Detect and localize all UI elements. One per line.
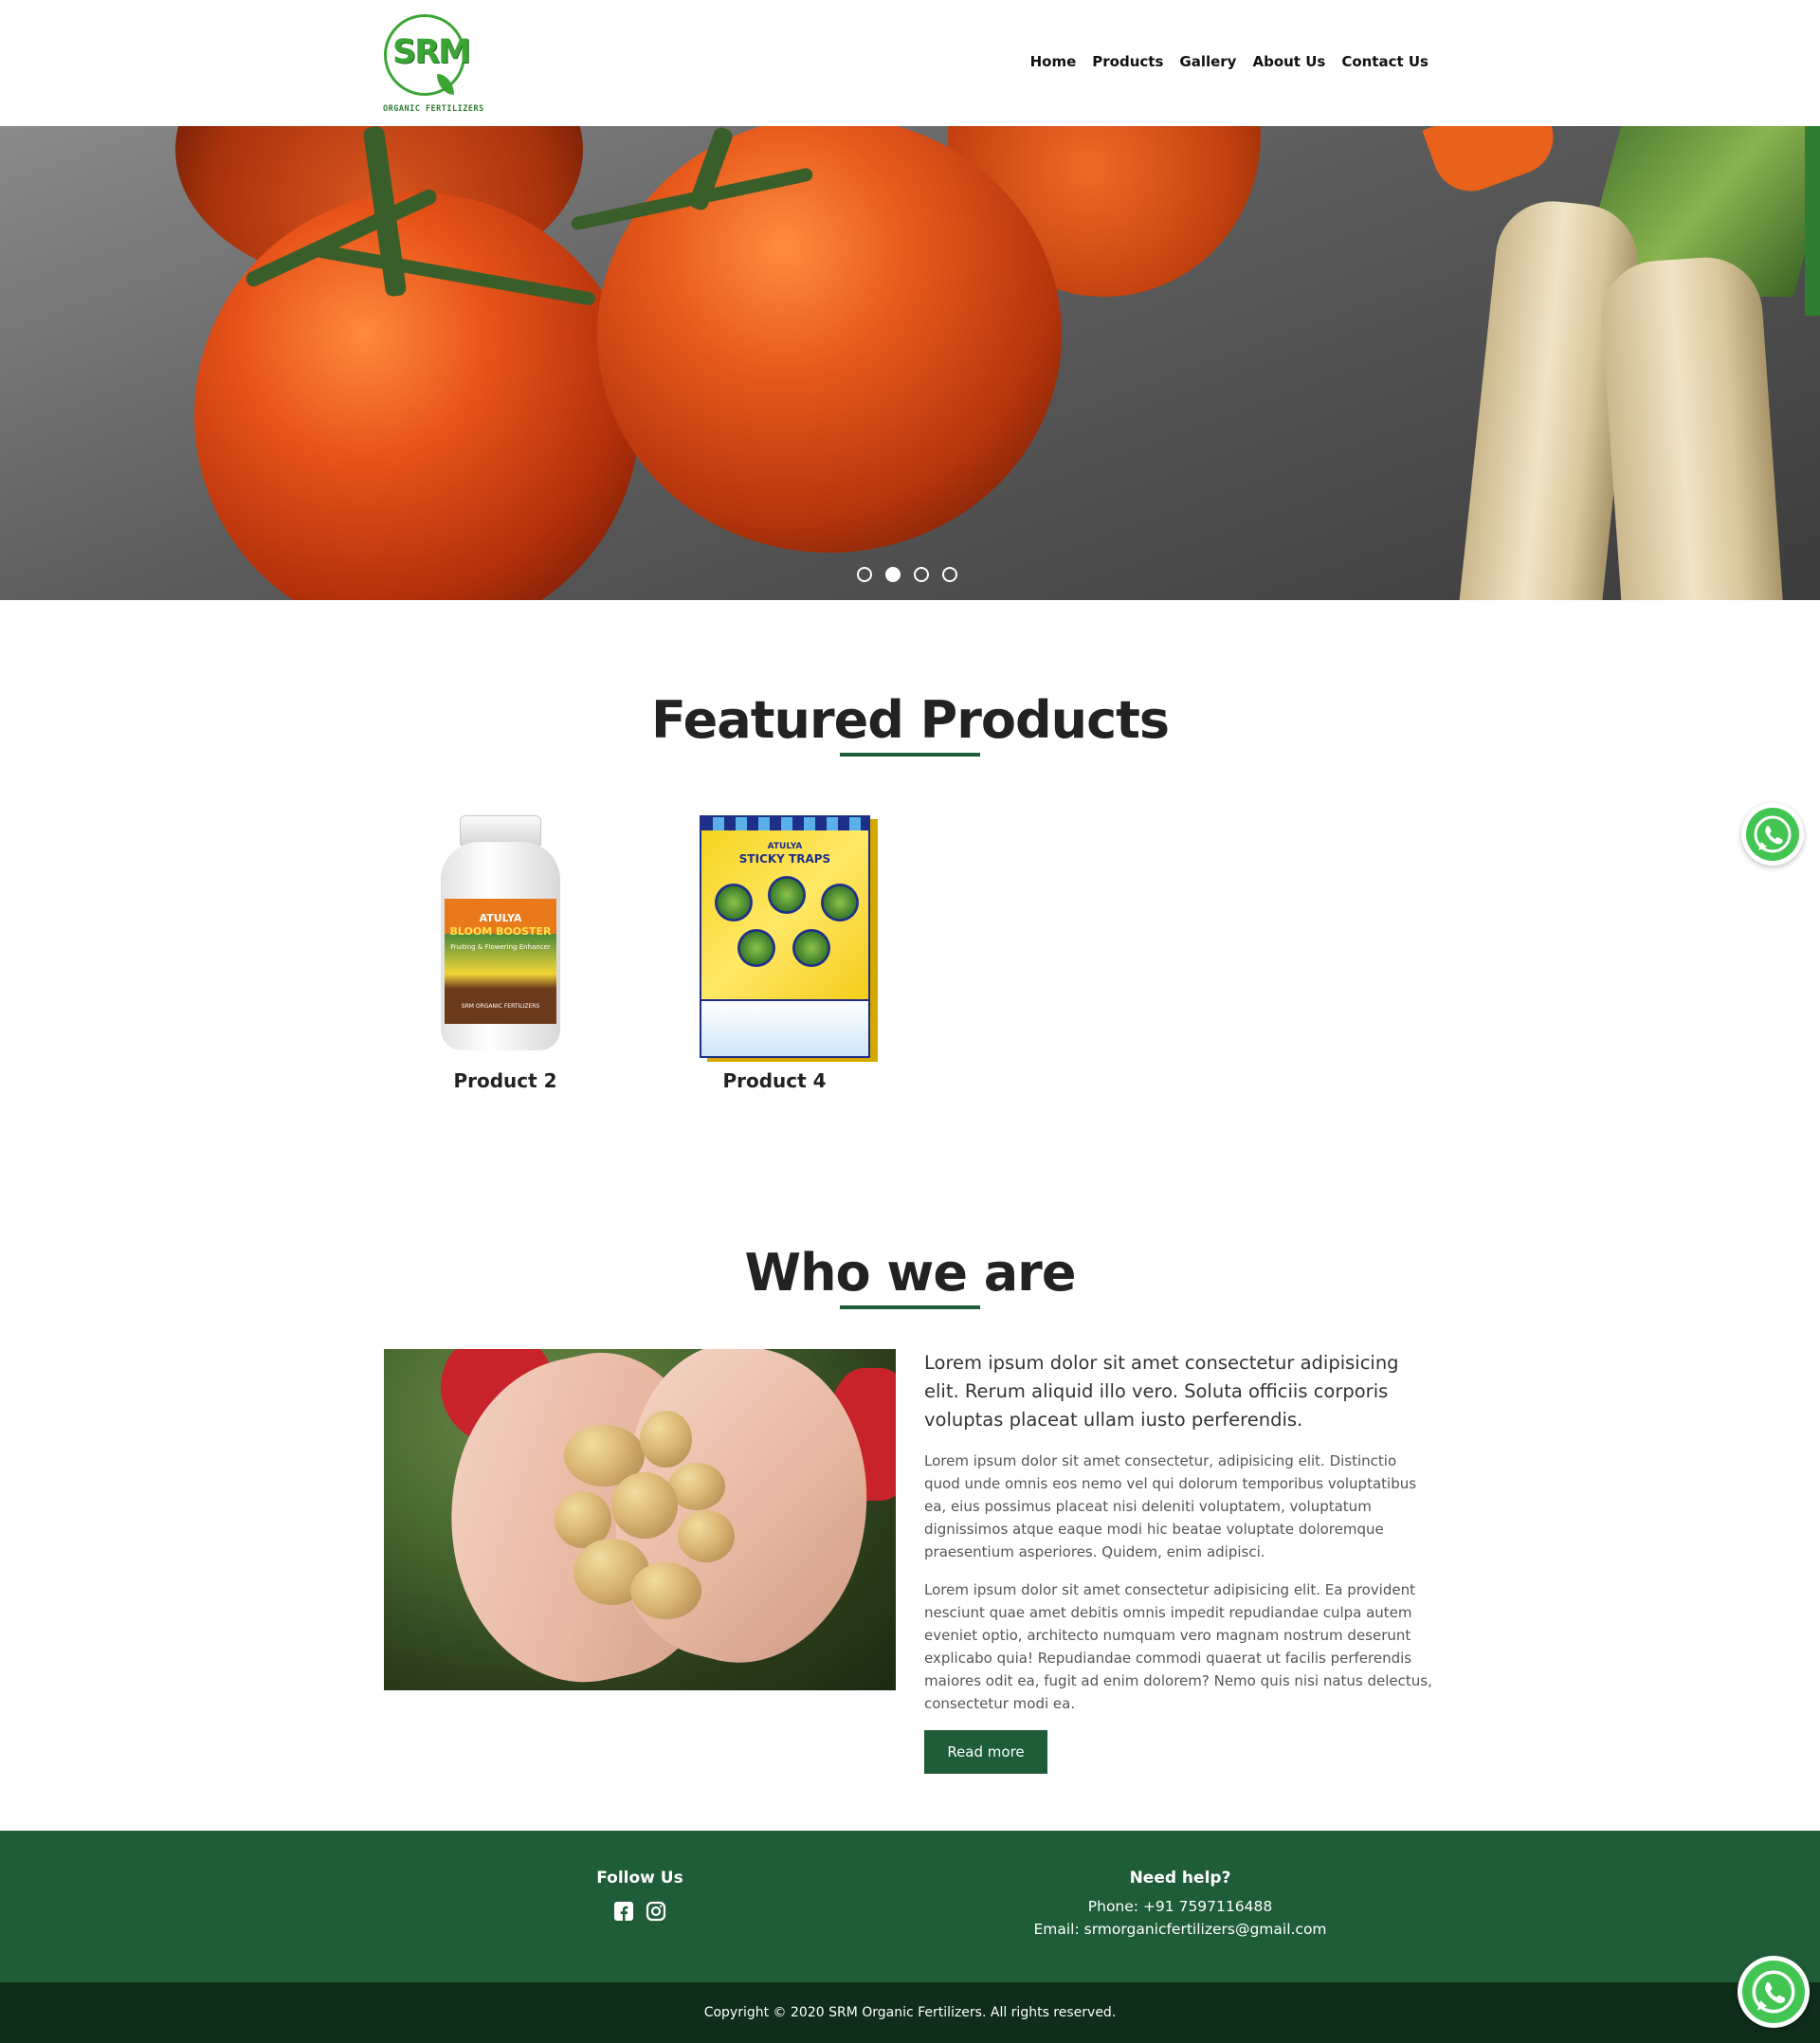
product-image[interactable]: ATULYA BLOOM BOOSTER Fruiting & Flowerin… [396, 815, 614, 1052]
jar-label-sub: Fruiting & Flowering Enhancer [450, 942, 551, 951]
image-potato [611, 1472, 678, 1539]
carousel-dot-2[interactable] [885, 567, 901, 582]
carousel-indicators [857, 567, 957, 582]
product-card[interactable]: ATULYA STICKY TRAPS Product 4 [665, 815, 883, 1092]
nav-products[interactable]: Products [1092, 53, 1163, 70]
whatsapp-icon[interactable] [1738, 1956, 1810, 2028]
jar-label-maker: SRM ORGANIC FERTILIZERS [461, 1003, 540, 1010]
logo-text: SRM [392, 33, 471, 71]
product-image[interactable]: ATULYA STICKY TRAPS [665, 815, 883, 1058]
featured-title-underline [840, 753, 980, 757]
box-bubble [768, 876, 806, 914]
footer-email[interactable]: Email: srmorganicfertilizers@gmail.com [991, 1918, 1370, 1941]
jar-label-title: ATULYA BLOOM BOOSTER Fruiting & Flowerin… [445, 912, 556, 953]
carousel-dot-4[interactable] [942, 567, 957, 582]
read-more-button[interactable]: Read more [924, 1730, 1047, 1774]
nav-gallery[interactable]: Gallery [1179, 53, 1236, 70]
product-name[interactable]: Product 2 [396, 1069, 614, 1092]
who-we-are-text: Lorem ipsum dolor sit amet consectetur a… [924, 1349, 1436, 1715]
bloom-booster-jar: ATULYA BLOOM BOOSTER Fruiting & Flowerin… [441, 815, 560, 1052]
box-bubble [792, 929, 830, 967]
featured-products-title: Featured Products [650, 690, 1170, 750]
follow-us-heading: Follow Us [596, 1869, 683, 1888]
logo-tagline: ORGANIC FERTILIZERS [383, 104, 484, 114]
who-we-are-title: Who we are [744, 1243, 1077, 1303]
jar-label: ATULYA BLOOM BOOSTER Fruiting & Flowerin… [445, 899, 556, 1024]
image-potato [630, 1562, 701, 1619]
nav-contact-us[interactable]: Contact Us [1341, 53, 1429, 70]
image-potato [678, 1510, 735, 1562]
who-paragraph: Lorem ipsum dolor sit amet consectetur a… [924, 1581, 1432, 1712]
box-title: ATULYA STICKY TRAPS [701, 838, 868, 866]
jar-label-brand: ATULYA [479, 912, 522, 924]
hero-tomato [597, 126, 1062, 553]
instagram-icon[interactable] [646, 1901, 666, 1922]
who-title-underline [840, 1305, 980, 1309]
footer-follow-us: Follow Us [545, 1869, 735, 1922]
whatsapp-phone-icon [1752, 1970, 1795, 2014]
who-we-are-image [384, 1349, 896, 1690]
box-name: STICKY TRAPS [738, 852, 831, 866]
whatsapp-phone-icon [1754, 815, 1792, 853]
whatsapp-icon[interactable] [1741, 803, 1804, 866]
carousel-dot-1[interactable] [857, 567, 872, 582]
box-bubble [737, 929, 775, 967]
site-header: SRM ORGANIC FERTILIZERS Home Products Ga… [0, 0, 1820, 126]
hero-carousel[interactable] [0, 126, 1820, 600]
hero-carrot [1422, 126, 1564, 202]
nav-home[interactable]: Home [1030, 53, 1077, 70]
product-name[interactable]: Product 4 [665, 1069, 883, 1092]
box-top-stripe [701, 817, 868, 830]
carousel-dot-3[interactable] [914, 567, 929, 582]
need-help-heading: Need help? [1129, 1869, 1231, 1888]
sticky-traps-box: ATULYA STICKY TRAPS [700, 815, 870, 1058]
footer-phone[interactable]: Phone: +91 7597116488 [991, 1895, 1370, 1918]
copyright-bar: Copyright © 2020 SRM Organic Fertilizers… [0, 1982, 1820, 2043]
box-bubble [821, 884, 859, 921]
facebook-icon[interactable] [613, 1901, 634, 1922]
box-bubble [715, 884, 753, 921]
main-nav: Home Products Gallery About Us Contact U… [1030, 53, 1429, 70]
product-card[interactable]: ATULYA BLOOM BOOSTER Fruiting & Flowerin… [396, 815, 614, 1092]
jar-label-name: BLOOM BOOSTER [449, 925, 552, 939]
box-brand: ATULYA [767, 842, 803, 851]
hero-parsnip [1597, 253, 1787, 600]
image-potato [640, 1411, 692, 1468]
nav-about-us[interactable]: About Us [1252, 53, 1325, 70]
social-links [545, 1901, 735, 1922]
who-paragraph: Lorem ipsum dolor sit amet consectetur, … [924, 1452, 1417, 1560]
site-logo[interactable]: SRM ORGANIC FERTILIZERS [382, 11, 484, 116]
site-footer: Follow Us Need help? Phone: +91 75971164… [0, 1831, 1820, 1982]
who-lead-paragraph: Lorem ipsum dolor sit amet consectetur a… [924, 1352, 1399, 1431]
hero-edge-accent [1805, 126, 1820, 316]
box-bottom-panel [701, 999, 868, 1056]
jar-body: ATULYA BLOOM BOOSTER Fruiting & Flowerin… [441, 842, 560, 1050]
footer-need-help: Need help? Phone: +91 7597116488 Email: … [991, 1869, 1370, 1941]
